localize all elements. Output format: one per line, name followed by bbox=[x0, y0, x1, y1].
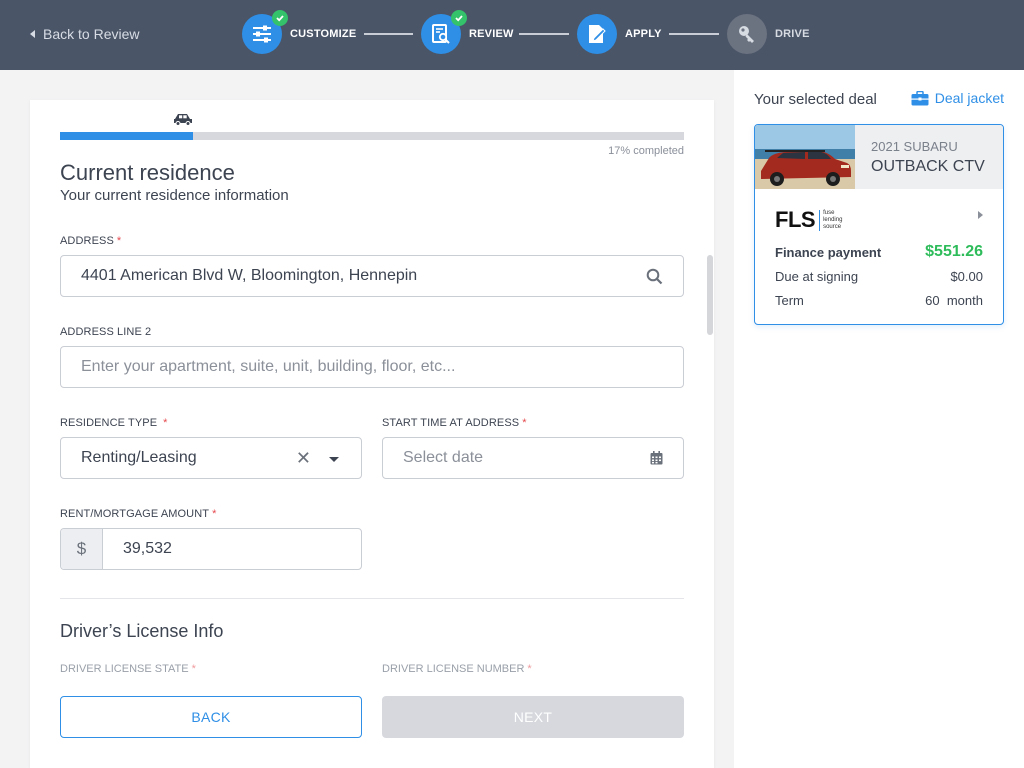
step-drive-label: DRIVE bbox=[775, 28, 810, 40]
step-customize-label: CUSTOMIZE bbox=[290, 28, 357, 40]
progress-bar-fill bbox=[60, 132, 193, 140]
step-connector bbox=[669, 33, 719, 35]
license-section-title: Driver’s License Info bbox=[60, 621, 224, 641]
due-at-signing-row: Due at signing $0.00 bbox=[775, 269, 983, 284]
finance-payment-row: Finance payment $551.26 bbox=[775, 243, 983, 261]
sliders-icon bbox=[253, 25, 271, 43]
apply-step-icon bbox=[577, 14, 617, 54]
address-line2-placeholder: Enter your apartment, suite, unit, build… bbox=[81, 358, 456, 375]
residence-type-select[interactable]: Renting/Leasing ✕ bbox=[60, 437, 362, 479]
section-title: Current residence bbox=[60, 160, 235, 185]
car-year-make: 2021 SUBARU bbox=[871, 139, 958, 154]
deal-jacket-link[interactable]: Deal jacket bbox=[911, 90, 1004, 106]
residence-form-card: 17% completed Current residence Your cur… bbox=[30, 100, 714, 768]
check-icon bbox=[272, 10, 288, 26]
step-apply[interactable]: APPLY bbox=[577, 14, 662, 54]
residence-type-label: RESIDENCE TYPE * bbox=[60, 417, 168, 429]
rent-amount-input[interactable]: $ 39,532 bbox=[60, 528, 362, 570]
document-search-icon bbox=[432, 24, 450, 44]
finance-payment-label: Finance payment bbox=[775, 244, 882, 260]
step-review[interactable]: REVIEW bbox=[421, 10, 514, 54]
deal-card[interactable]: 2021 SUBARU OUTBACK CTV FLS fuse lending… bbox=[754, 124, 1004, 325]
customize-step-icon bbox=[242, 10, 288, 54]
rent-amount-label: RENT/MORTGAGE AMOUNT * bbox=[60, 508, 217, 520]
calendar-icon[interactable] bbox=[650, 451, 663, 465]
step-connector bbox=[364, 33, 413, 35]
car-icon bbox=[174, 114, 192, 126]
dollar-icon: $ bbox=[61, 529, 103, 569]
residence-type-value: Renting/Leasing bbox=[81, 449, 197, 466]
progress-bar bbox=[60, 132, 684, 140]
step-apply-label: APPLY bbox=[625, 28, 662, 40]
search-icon[interactable] bbox=[646, 268, 663, 285]
edit-document-icon bbox=[589, 25, 606, 43]
address-input[interactable]: 4401 American Blvd W, Bloomington, Henne… bbox=[60, 255, 684, 297]
license-number-label: DRIVER LICENSE NUMBER * bbox=[382, 663, 532, 675]
top-navigation-bar: Back to Review CUSTOMIZE REVIEW APPLY DR… bbox=[0, 0, 1024, 70]
check-icon bbox=[451, 10, 467, 26]
selected-deal-title: Your selected deal bbox=[754, 91, 877, 108]
step-review-label: REVIEW bbox=[469, 28, 514, 40]
address-value: 4401 American Blvd W, Bloomington, Henne… bbox=[81, 267, 418, 284]
section-divider bbox=[60, 598, 684, 599]
selected-deal-panel: Your selected deal Deal jacket 2021 SUBA… bbox=[734, 70, 1024, 768]
term-row: Term 60 month bbox=[775, 293, 983, 308]
drive-step-icon bbox=[727, 14, 767, 54]
start-date-placeholder: Select date bbox=[403, 449, 484, 466]
step-connector bbox=[519, 33, 569, 35]
term-value: 60 month bbox=[925, 293, 983, 308]
deal-card-header: 2021 SUBARU OUTBACK CTV bbox=[755, 125, 1003, 189]
car-model: OUTBACK CTV bbox=[871, 158, 985, 175]
rent-amount-value: 39,532 bbox=[123, 540, 172, 557]
car-photo bbox=[755, 125, 855, 189]
back-button[interactable]: BACK bbox=[60, 696, 362, 738]
finance-payment-value: $551.26 bbox=[925, 243, 983, 260]
address-line2-input[interactable]: Enter your apartment, suite, unit, build… bbox=[60, 346, 684, 388]
briefcase-icon bbox=[911, 90, 929, 105]
clear-icon[interactable]: ✕ bbox=[296, 448, 311, 469]
license-state-label: DRIVER LICENSE STATE * bbox=[60, 663, 196, 675]
progress-text: 17% completed bbox=[608, 145, 684, 157]
chevron-right-icon[interactable] bbox=[978, 211, 983, 219]
chevron-down-icon[interactable] bbox=[329, 457, 339, 462]
car-key-icon bbox=[739, 26, 754, 43]
back-to-review-label: Back to Review bbox=[43, 26, 140, 42]
scrollbar-thumb[interactable] bbox=[707, 255, 713, 335]
address-label: ADDRESS * bbox=[60, 235, 122, 247]
back-to-review-link[interactable]: Back to Review bbox=[30, 26, 139, 42]
address2-label: ADDRESS LINE 2 bbox=[60, 326, 152, 338]
section-subtitle: Your current residence information bbox=[60, 187, 289, 204]
chevron-left-icon bbox=[30, 30, 35, 38]
due-at-signing-value: $0.00 bbox=[950, 269, 983, 284]
due-at-signing-label: Due at signing bbox=[775, 269, 859, 284]
deal-jacket-label: Deal jacket bbox=[934, 90, 1004, 106]
start-time-label: START TIME AT ADDRESS * bbox=[382, 417, 527, 429]
next-button[interactable]: NEXT bbox=[382, 696, 684, 738]
step-drive[interactable]: DRIVE bbox=[727, 14, 810, 54]
review-step-icon bbox=[421, 10, 467, 54]
term-label: Term bbox=[775, 293, 804, 308]
step-customize[interactable]: CUSTOMIZE bbox=[242, 10, 357, 54]
lender-logo: FLS fuse lending source bbox=[775, 207, 843, 232]
start-date-input[interactable]: Select date bbox=[382, 437, 684, 479]
